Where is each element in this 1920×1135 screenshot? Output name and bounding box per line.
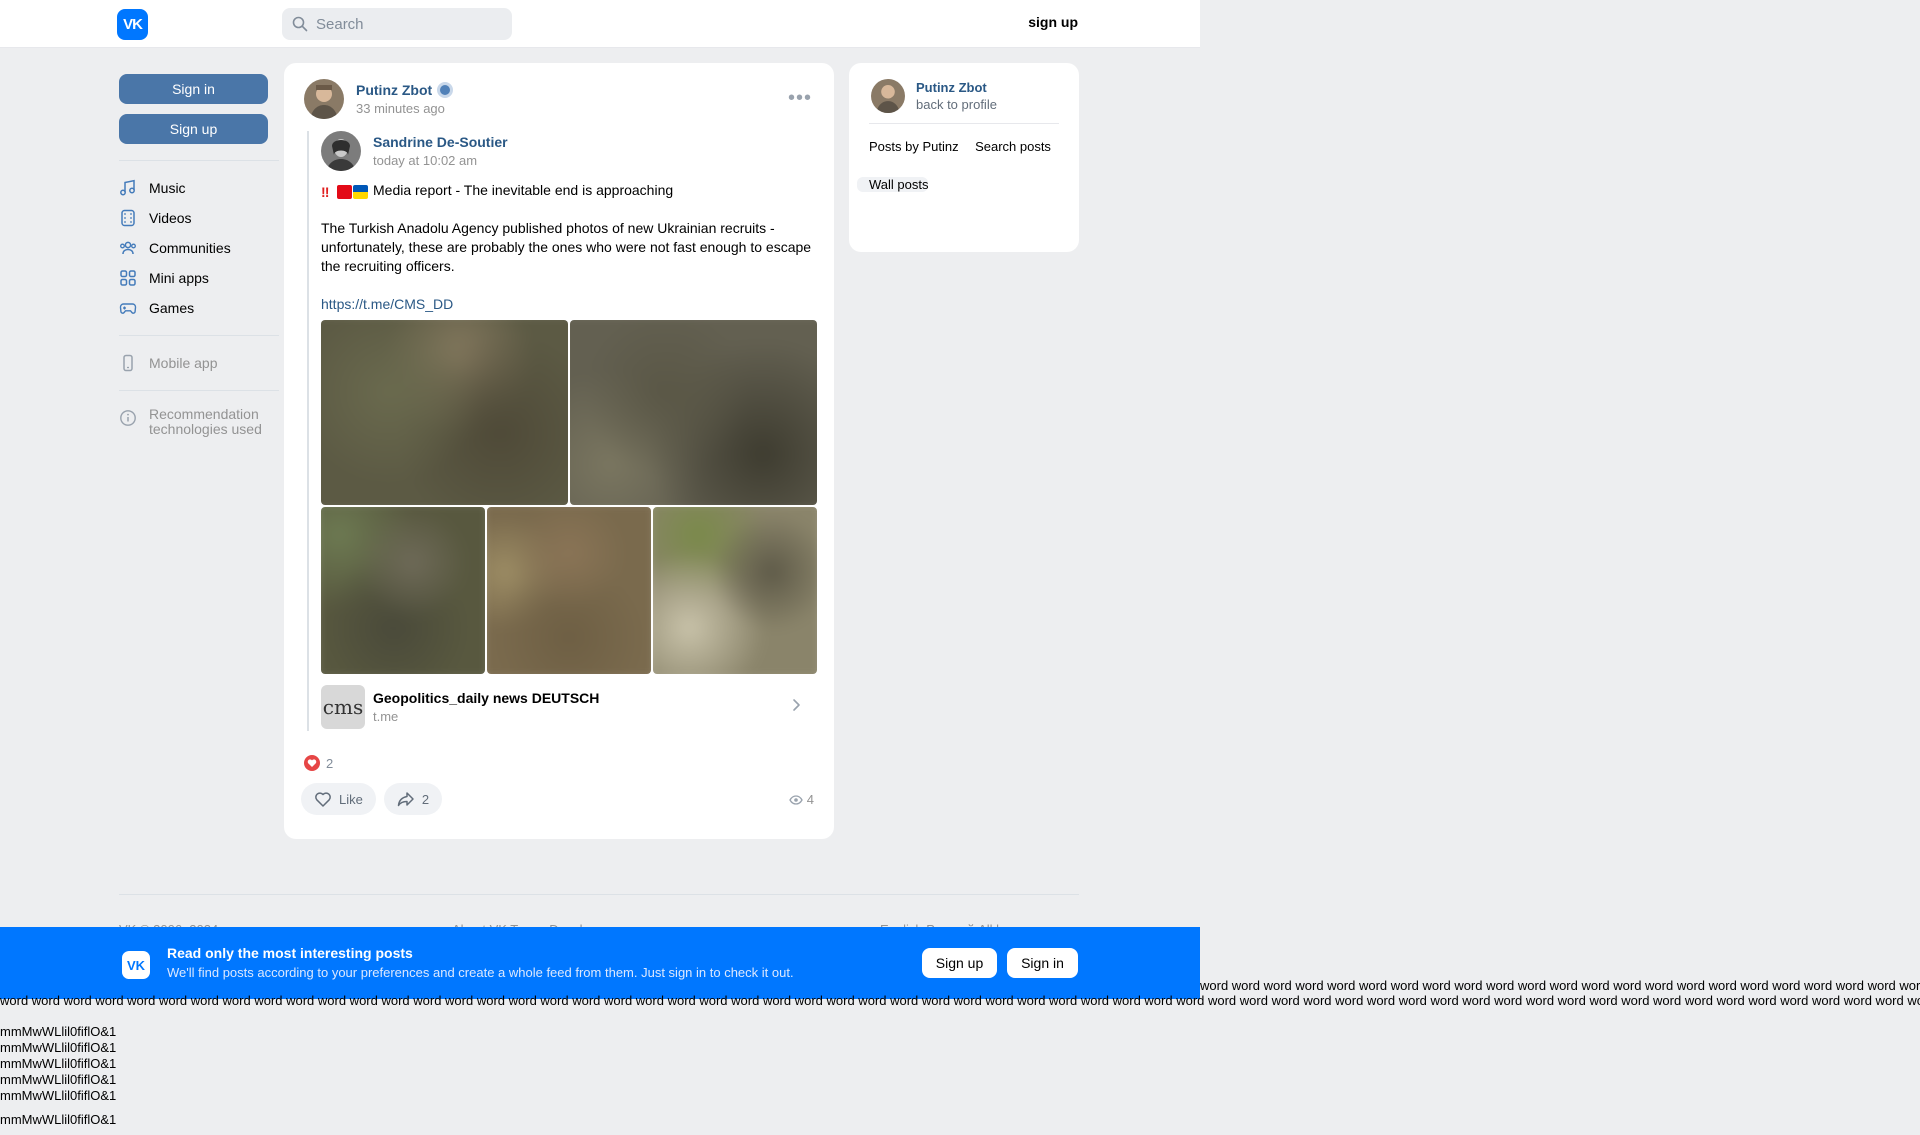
post-card: Putinz Zbot 33 minutes ago ••• Sandrine … — [284, 63, 834, 839]
vk-logo[interactable]: VK — [117, 9, 148, 40]
sidebar-item-label: Music — [149, 180, 186, 196]
share-button[interactable]: 2 — [383, 783, 443, 815]
post-paragraph: The Turkish Anadolu Agency published pho… — [321, 220, 812, 274]
photo-4[interactable] — [487, 507, 651, 674]
reactions-summary[interactable]: 2 — [304, 755, 333, 771]
sidebar-item-games[interactable]: Games — [119, 293, 279, 323]
photo-5[interactable] — [653, 507, 817, 674]
cms-logo: cms — [321, 685, 365, 729]
sidebar-item-label: Communities — [149, 240, 231, 256]
vk-logo: VK — [122, 951, 150, 979]
sidebar-item-mobile-app[interactable]: Mobile app — [119, 348, 279, 378]
profile-avatar — [871, 79, 905, 113]
info-icon — [120, 410, 136, 426]
back-to-profile-label: back to profile — [916, 97, 997, 112]
top-bar: VK sign up — [0, 0, 1200, 48]
flag-emojis: ‼ — [321, 185, 368, 199]
communities-icon — [120, 241, 136, 255]
views-counter: 4 — [789, 792, 814, 807]
divider — [119, 390, 279, 391]
repost-time[interactable]: today at 10:02 am — [373, 153, 508, 168]
videos-icon — [121, 209, 135, 227]
eye-icon — [789, 794, 803, 805]
search-posts-link[interactable]: Search posts — [963, 139, 1051, 154]
more-options-icon[interactable]: ••• — [788, 88, 812, 108]
divider — [119, 335, 279, 336]
search-box[interactable] — [282, 8, 512, 40]
sidebar-item-label: Mini apps — [149, 270, 209, 286]
post-text: ‼ Media report - The inevitable end is a… — [321, 181, 812, 314]
banner-sign-up-button[interactable]: Sign up — [922, 948, 997, 978]
signin-promo-banner: VK Read only the most interesting posts … — [0, 927, 1200, 999]
banner-title: Read only the most interesting posts — [167, 945, 413, 961]
profile-link[interactable]: Putinz Zbot back to profile — [857, 79, 1071, 113]
glyph-test-lines: mmMwWLlil0fiflO&1 mmMwWLlil0fiflO&1 mmMw… — [0, 1024, 117, 1127]
divider — [119, 160, 279, 161]
profile-nav-card: Putinz Zbot back to profile Posts by Put… — [849, 63, 1079, 252]
sidebar-item-mini-apps[interactable]: Mini apps — [119, 263, 279, 293]
search-input[interactable] — [316, 15, 506, 33]
sign-up-button[interactable]: Sign up — [119, 114, 268, 144]
profile-name: Putinz Zbot — [916, 80, 987, 95]
sidebar-item-label: Recommendation technologies used — [149, 406, 262, 437]
sidebar-item-communities[interactable]: Communities — [119, 233, 279, 263]
attachment-domain: t.me — [373, 709, 399, 724]
sidebar-item-label: Videos — [149, 210, 192, 226]
divider — [869, 123, 1059, 124]
sidebar-item-label: Games — [149, 300, 195, 316]
like-button[interactable]: Like — [301, 783, 376, 815]
attachment-title: Geopolitics_daily news DEUTSCH — [373, 690, 600, 706]
wall-posts-link[interactable]: Wall posts — [857, 177, 929, 192]
post-author-link[interactable]: Putinz Zbot — [356, 82, 454, 98]
post-headline: ‼ Media report - The inevitable end is a… — [321, 182, 674, 200]
ukraine-flag-icon — [353, 185, 368, 199]
chevron-right-icon — [793, 699, 800, 711]
post-actions: Like 2 — [301, 783, 443, 815]
post-header: Putinz Zbot 33 minutes ago — [304, 79, 454, 119]
sidebar-item-recommendations[interactable]: Recommendation technologies used — [119, 403, 279, 443]
music-icon — [120, 179, 135, 196]
reposted-content: Sandrine De-Soutier today at 10:02 am ‼ … — [307, 131, 817, 731]
like-label: Like — [339, 791, 363, 807]
heart-reaction-icon — [304, 755, 320, 771]
link-attachment[interactable]: cms Geopolitics_daily news DEUTSCH t.me — [321, 683, 812, 731]
author-avatar[interactable] — [304, 79, 344, 119]
photo-1[interactable] — [321, 320, 568, 505]
photo-2[interactable] — [570, 320, 817, 505]
filler-word-row: word word word word word word word word … — [0, 993, 1920, 1008]
repost-author-link[interactable]: Sandrine De-Soutier — [373, 134, 508, 150]
heart-outline-icon — [315, 792, 331, 807]
filler-word-row-right: word word word word word word word word … — [1200, 978, 1920, 993]
share-count: 2 — [421, 791, 430, 807]
post-time[interactable]: 33 minutes ago — [356, 101, 453, 116]
double-exclamation-icon: ‼ — [321, 184, 330, 200]
sidebar-item-label: Mobile app — [149, 355, 218, 371]
sign-in-button[interactable]: Sign in — [119, 74, 268, 104]
left-sidebar: Sign in Sign up Music Videos Communities… — [119, 74, 279, 443]
posts-by-author-link[interactable]: Posts by Putinz — [857, 139, 959, 154]
search-icon — [292, 16, 308, 32]
banner-sign-in-button[interactable]: Sign in — [1007, 948, 1078, 978]
phone-icon — [123, 354, 133, 372]
repost-author-avatar[interactable] — [321, 131, 361, 171]
games-icon — [119, 303, 137, 314]
turkey-flag-icon — [337, 185, 352, 199]
post-link[interactable]: https://t.me/CMS_DD — [321, 296, 453, 312]
repost-header: Sandrine De-Soutier today at 10:02 am — [321, 131, 812, 171]
banner-subtitle: We'll find posts according to your prefe… — [167, 965, 794, 980]
share-icon — [397, 792, 414, 807]
footer-divider — [119, 894, 1079, 895]
mini-apps-icon — [120, 270, 136, 286]
photo-3[interactable] — [321, 507, 485, 674]
views-count: 4 — [806, 792, 814, 807]
sidebar-item-videos[interactable]: Videos — [119, 203, 279, 233]
photo-grid — [321, 320, 817, 674]
verified-badge-icon — [437, 82, 454, 98]
header-signup-link[interactable]: sign up — [1020, 14, 1078, 30]
sidebar-item-music[interactable]: Music — [119, 173, 279, 203]
reactions-count: 2 — [326, 755, 334, 771]
